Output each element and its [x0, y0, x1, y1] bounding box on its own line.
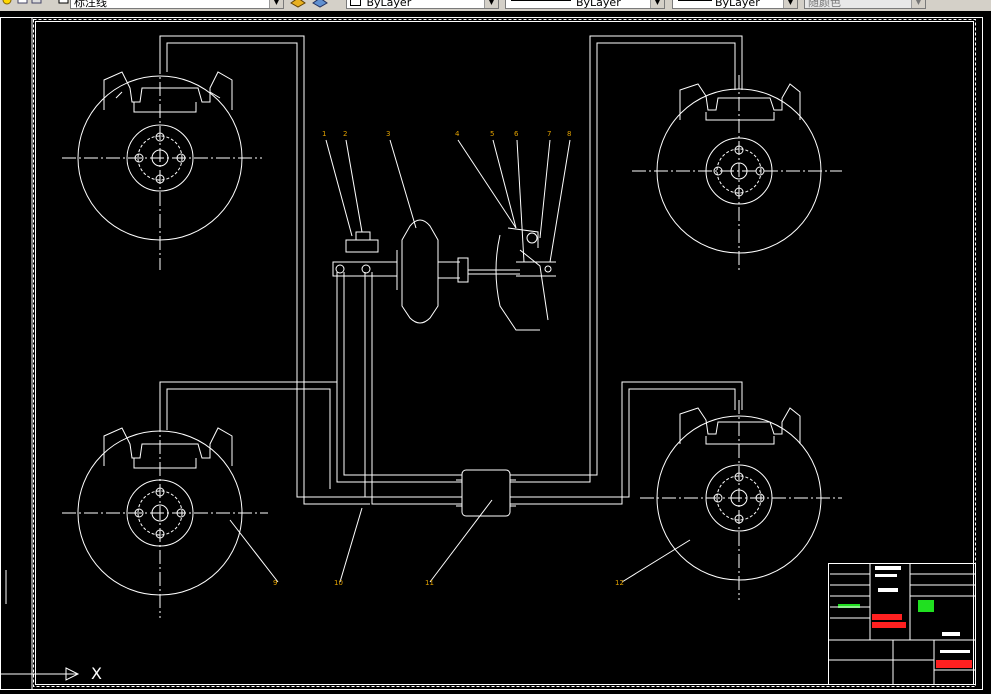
color-control-dropdown[interactable]: ByLayer ▼	[346, 0, 499, 9]
part-label-8: 8	[567, 130, 572, 138]
color-swatch-icon	[350, 0, 361, 6]
make-object-layer-current-icon[interactable]	[290, 0, 306, 9]
properties-toolbar: 标注线 ▼ ByLayer ▼ ByLayer ▼ ByLayer ▼ 随颜色 …	[0, 0, 991, 11]
layer-freeze-icon[interactable]	[16, 0, 30, 9]
part-label-6: 6	[514, 130, 519, 138]
wheel-front-right	[632, 75, 842, 270]
lineweight-control-value: ByLayer	[715, 0, 760, 9]
proportioning-valve	[456, 469, 516, 517]
lineweight-control-dropdown[interactable]: ByLayer ▼	[672, 0, 798, 9]
layer-dropdown[interactable]: 标注线 ▼	[70, 0, 284, 9]
part-label-2: 2	[343, 130, 348, 138]
part-label-9: 9	[273, 579, 278, 587]
brake-lines	[159, 35, 743, 505]
chevron-down-icon[interactable]: ▼	[650, 0, 664, 8]
part-label-12: 12	[615, 579, 624, 587]
ucs-icon	[0, 570, 80, 681]
plotstyle-control-value: 随颜色	[808, 0, 841, 9]
chevron-down-icon[interactable]: ▼	[783, 0, 797, 8]
part-label-10: 10	[334, 579, 343, 587]
layer-dropdown-value: 标注线	[74, 0, 107, 9]
chevron-down-icon[interactable]: ▼	[269, 0, 283, 8]
part-label-7: 7	[547, 130, 552, 138]
linetype-control-dropdown[interactable]: ByLayer ▼	[505, 0, 665, 9]
drawing-svg	[0, 17, 983, 690]
linetype-control-value: ByLayer	[576, 0, 621, 9]
drawing-canvas[interactable]: 1 2 3 4 5 6 7 8 9 10 11 12 X	[0, 11, 991, 694]
layer-lock-icon[interactable]	[30, 0, 44, 9]
linetype-sample-icon	[511, 0, 571, 1]
part-label-3: 3	[386, 130, 391, 138]
wheel-rear-right	[640, 400, 842, 600]
part-label-11: 11	[425, 579, 434, 587]
wheel-front-left	[62, 60, 262, 270]
layer-bulb-icon[interactable]	[2, 0, 16, 9]
chevron-down-icon[interactable]: ▼	[911, 0, 925, 8]
part-label-5: 5	[490, 130, 495, 138]
layer-previous-icon[interactable]	[312, 0, 328, 9]
viewport-boundary	[33, 19, 976, 687]
title-block	[828, 563, 976, 685]
sheet-outer-border	[0, 17, 983, 690]
chevron-down-icon[interactable]: ▼	[484, 0, 498, 8]
ucs-x-label: X	[91, 664, 102, 683]
color-control-value: ByLayer	[366, 0, 412, 9]
wheel-rear-left	[62, 418, 268, 618]
plotstyle-control-dropdown[interactable]: 随颜色 ▼	[804, 0, 926, 9]
lineweight-sample-icon	[678, 0, 712, 1]
leader-lines	[229, 139, 691, 583]
part-label-1: 1	[322, 130, 327, 138]
part-label-4: 4	[455, 130, 460, 138]
